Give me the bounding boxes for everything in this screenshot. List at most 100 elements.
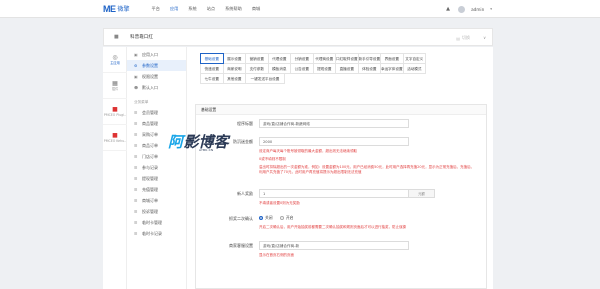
menu-default-entry[interactable]: ☻ 默认入口 (127, 82, 186, 93)
chevron-down-icon[interactable]: ∨ (483, 35, 486, 40)
rail-plugin-a[interactable]: ■ PMCEO Plugi.. (103, 99, 127, 125)
menu-app-entry[interactable]: ▣ 应用入口 (127, 49, 186, 60)
daily-limit-hint-zero: 0或不填则不限制 (259, 157, 286, 161)
menu-item[interactable]: ☰ 参与记录 (127, 162, 186, 173)
menu-label: 权限设置 (142, 73, 158, 79)
menu-item[interactable]: ☰ 门店订单 (127, 151, 186, 162)
menu-item[interactable]: ☰ 投诉管理 (127, 206, 186, 217)
rail-label: PMCEO Plugi.. (103, 113, 127, 117)
list-icon: ☰ (134, 110, 138, 115)
top-navbar: ME 微擎 平台 应用 系统 站点 系统帮助 商城 ▲ admin ▾ (0, 0, 600, 18)
rail-label: 插件 (111, 87, 119, 91)
menu-label: 商品管理 (142, 120, 158, 126)
list-icon: ☰ (134, 231, 138, 236)
grid-icon: ▦ (112, 80, 118, 87)
basic-settings-panel: 基础设置 程序标题 游戏/直/店铺合作商-新蔬网络 防沉迷金额 2000 设定商… (195, 104, 487, 289)
switch-icon: ▤ (456, 35, 460, 41)
tab-row: 基础设置 展示设置 营销设置 代理设置 分销设置 代理商设置 口红取样设置 新手… (200, 53, 486, 64)
nav-apps[interactable]: 应用 (170, 6, 178, 12)
menu-label: 采购订单 (142, 131, 158, 137)
radio-dot (259, 216, 263, 220)
list-icon: ☰ (134, 165, 138, 170)
tab-activity-mode[interactable]: 活动模式 (402, 63, 426, 74)
chevron-down-icon[interactable]: ▾ (490, 7, 492, 11)
user-area: ▲ admin ▾ (446, 0, 492, 18)
menu-params[interactable]: ⚙ 参数设置 (127, 60, 186, 71)
tab-announcement[interactable]: 公告设置 (290, 63, 314, 74)
main-nav: 平台 应用 系统 站点 系统帮助 商城 (152, 6, 261, 12)
menu-label: 门店订单 (142, 153, 158, 159)
brand-logo[interactable]: ME 微擎 (103, 4, 130, 14)
panel-title: 基础设置 (196, 105, 486, 115)
store-icon: ■ (114, 34, 119, 40)
nav-system[interactable]: 系统 (188, 6, 196, 12)
nav-sites[interactable]: 站点 (207, 6, 215, 12)
username[interactable]: admin (471, 7, 484, 12)
globe-icon: ◎ (112, 54, 118, 61)
daily-limit-hint: 设定商户每天每个账号被领取的最大金额，超出则无法继续领取 (259, 149, 357, 153)
list-icon: ☰ (134, 176, 138, 181)
field-label: 程序标题 (237, 121, 253, 126)
side-menu: ▣ 应用入口 ⚙ 参数设置 ▣ 权限设置 ☻ 默认入口 业务菜单 ☰ 会员管理 ☰ 商品管理… (127, 47, 187, 289)
main-content: 基础设置 展示设置 营销设置 代理设置 分销设置 代理商设置 口红取样设置 新手… (187, 47, 493, 289)
tab-live[interactable]: 直播设置 (335, 63, 359, 74)
user-avatar[interactable] (458, 5, 466, 13)
tab-other[interactable]: 其他设置 (222, 73, 246, 84)
app-icon: ■ (112, 106, 118, 113)
tab-row: 快递设置 商家说明 支付参数 模板消息 公告设置 提现设置 直播设置 体验设置 … (200, 63, 486, 74)
menu-item[interactable]: ☰ 商品管理 (127, 118, 186, 129)
menu-permissions[interactable]: ▣ 权限设置 (127, 71, 186, 82)
list-icon: ☰ (134, 198, 138, 203)
menu-item[interactable]: ☰ 临时卡记录 (127, 228, 186, 239)
menu-label: 提现管理 (142, 175, 158, 181)
daily-limit-hint-detail: 溢出时扣除超出的一次金额为准，例如：设置金额为100元，用户已经消费50元，此时… (259, 165, 475, 174)
radio-label: 关闭 (265, 215, 273, 220)
rail-plugin-b[interactable]: ■ PMCEO Kehu.. (103, 125, 127, 151)
entry-icon: ▣ (134, 52, 138, 57)
menu-label: 商品订单 (142, 142, 158, 148)
menu-item[interactable]: ☰ 商城订单 (127, 195, 186, 206)
menu-label: 参数设置 (142, 62, 158, 68)
tab-qiniu[interactable]: 七牛设置 (200, 73, 224, 84)
nav-help[interactable]: 系统帮助 (225, 6, 242, 12)
field-label: 商家客服设置 (229, 243, 253, 248)
watermark: 阿 影博客 AYBK.CN (168, 131, 229, 152)
nav-mall[interactable]: 商城 (252, 6, 260, 12)
second-confirm-radios: 关闭 开启 (259, 215, 299, 221)
tab-trial[interactable]: 体验设置 (357, 63, 381, 74)
watermark-sub: AYBK.CN (199, 148, 214, 152)
new-user-reward-input[interactable]: 1 (259, 189, 409, 198)
nav-platform[interactable]: 平台 (152, 6, 160, 12)
logo-text: 微擎 (117, 6, 130, 13)
module-rail: ◎ 主应用 ▦ 插件 ■ PMCEO Plugi.. ■ PMCEO Kehu.… (103, 47, 127, 289)
radio-off[interactable]: 关闭 (259, 215, 273, 221)
service-input[interactable]: 游戏/直/店铺合作商-新 (259, 241, 409, 250)
menu-label: 会员管理 (142, 109, 158, 115)
rail-main-app[interactable]: ◎ 主应用 (103, 47, 127, 73)
menu-label: 投诉管理 (142, 208, 158, 214)
menu-item[interactable]: ☰ 提现管理 (127, 173, 186, 184)
second-confirm-hint: 开启二次确认后，用户开始抽奖前都需要二次确认抽奖和规则页面后才可以进行抽奖，防止… (259, 225, 406, 229)
tab-withdraw[interactable]: 提现设置 (312, 63, 336, 74)
menu-label: 临时卡管理 (142, 219, 162, 225)
tab-one-click-publish[interactable]: 一键发送平台设置 (245, 73, 285, 84)
menu-item[interactable]: ☰ 临时卡管理 (127, 217, 186, 228)
menu-item[interactable]: ☰ 会员管理 (127, 107, 186, 118)
site-title-input[interactable]: 游戏/直/店铺合作商-新蔬网络 (259, 119, 409, 128)
switch-account-button[interactable]: ▤ 切换 (456, 29, 470, 47)
menu-item[interactable]: ☰ 充值管理 (127, 184, 186, 195)
radio-on[interactable]: 开启 (279, 215, 293, 221)
tab-lucky-font[interactable]: 幸运字体设置 (380, 63, 404, 74)
radio-dot (279, 216, 284, 220)
notification-bell-icon[interactable]: ▲ (446, 6, 452, 12)
list-icon: ☰ (134, 154, 138, 159)
menu-label: 默认入口 (142, 84, 158, 90)
list-icon: ☰ (134, 121, 138, 126)
menu-section-title: 业务菜单 (134, 99, 149, 104)
rail-plugins[interactable]: ▦ 插件 (103, 73, 127, 99)
rail-label: 主应用 (110, 61, 120, 65)
tab-basic[interactable]: 基础设置 (200, 53, 224, 64)
service-hint: 显示在首页右侧的页面 (259, 253, 294, 257)
daily-limit-input[interactable]: 2000 (259, 137, 409, 146)
list-icon: ☰ (134, 187, 138, 192)
